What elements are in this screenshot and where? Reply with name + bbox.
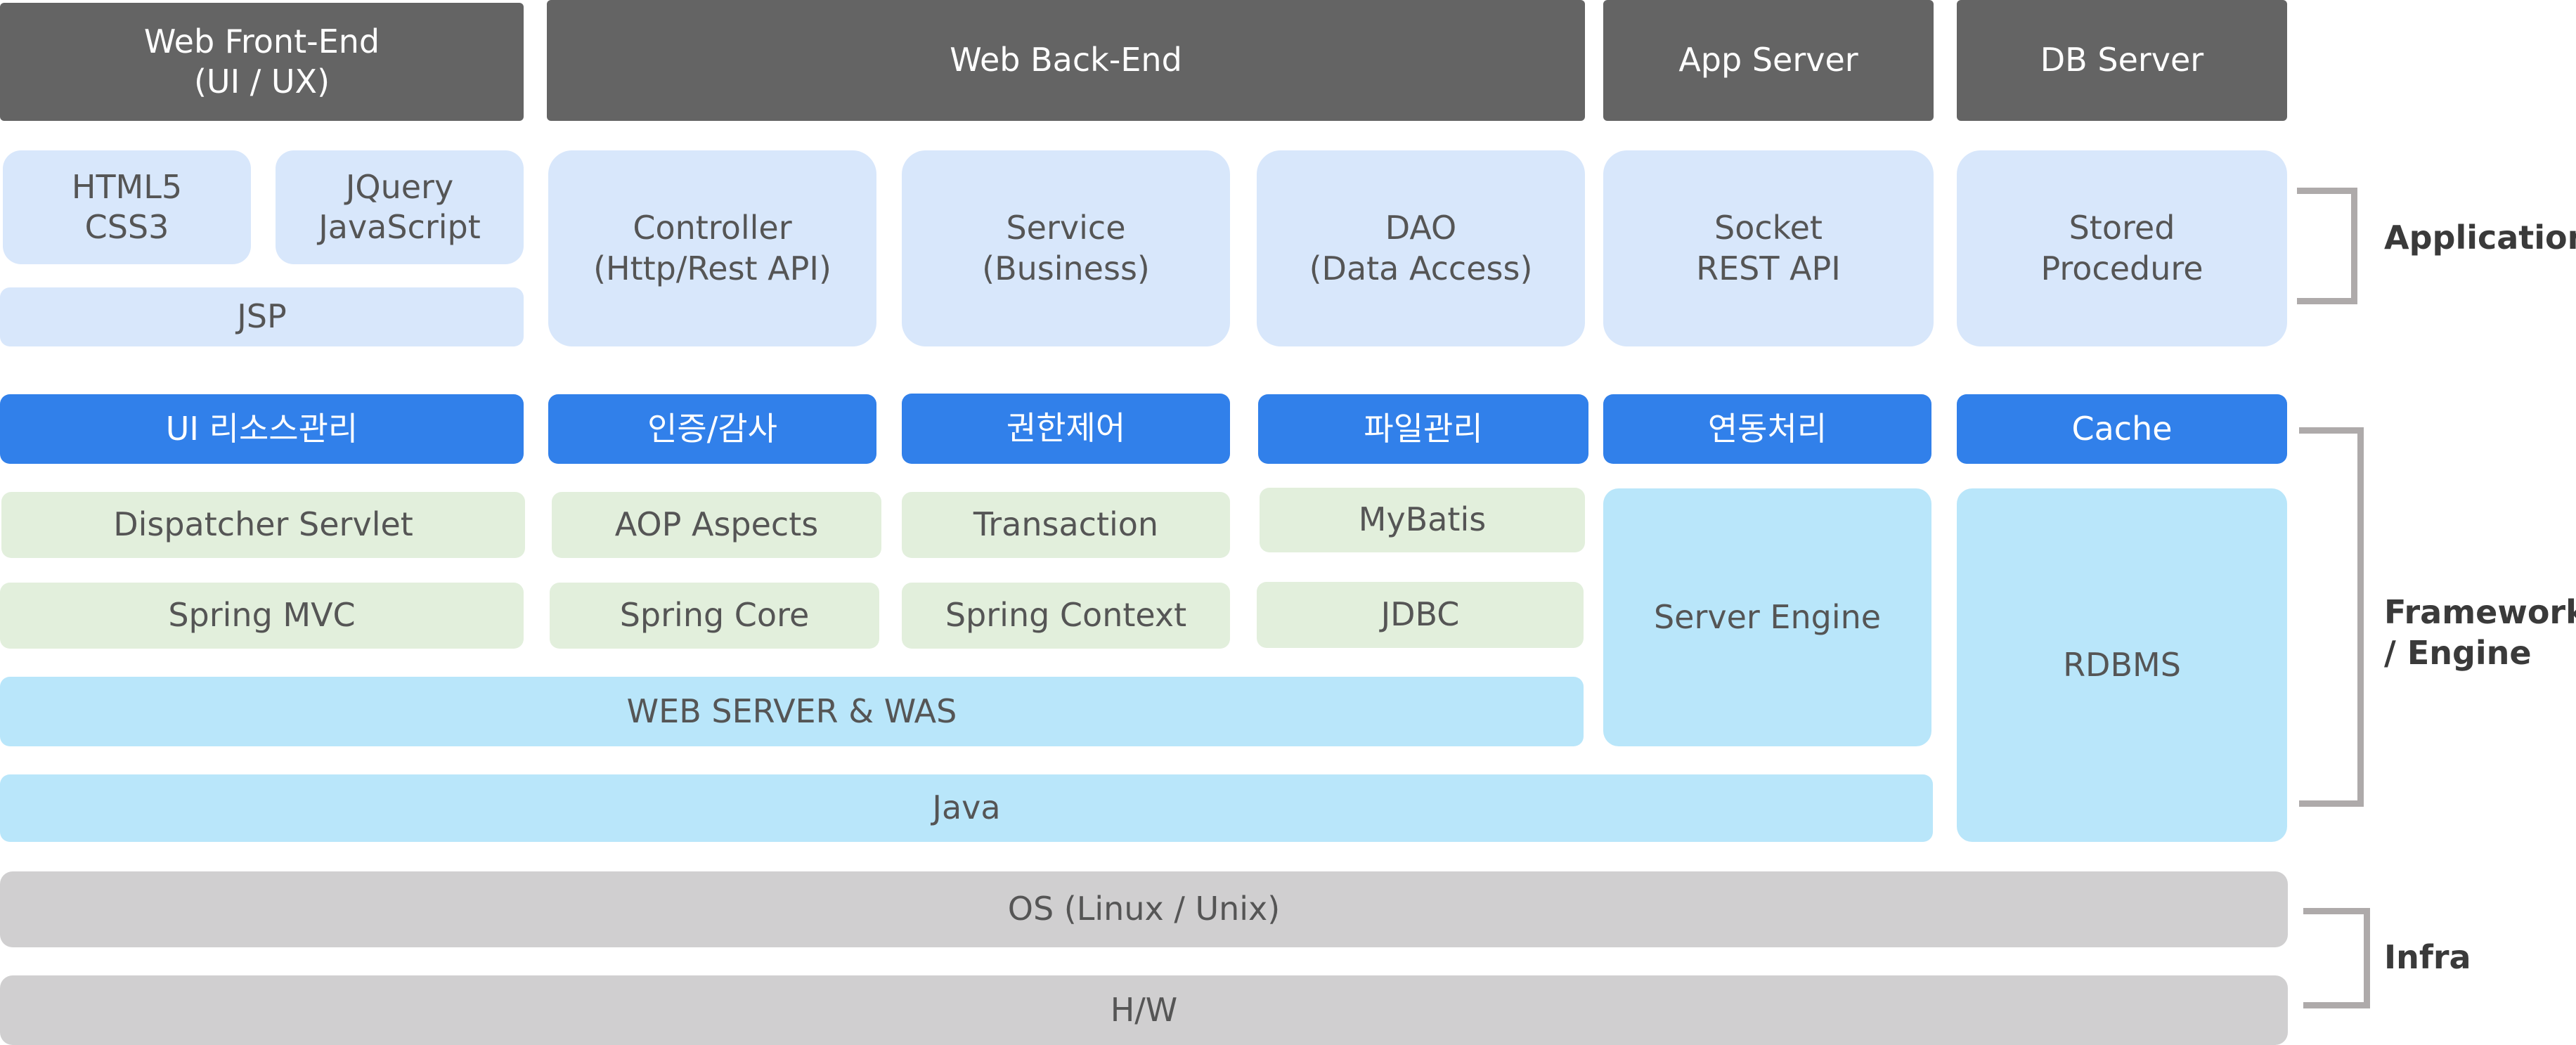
app-stored-procedure: Stored Procedure	[1957, 150, 2287, 346]
module-file-mgmt: 파일관리	[1258, 394, 1588, 464]
bracket-infra	[2303, 908, 2370, 1008]
module-integration: 연동처리	[1603, 394, 1931, 464]
app-service: Service (Business)	[902, 150, 1230, 346]
engine-web-server-was: WEB SERVER & WAS	[0, 677, 1584, 746]
engine-java: Java	[0, 774, 1933, 842]
module-ui-resource: UI 리소스관리	[0, 394, 524, 464]
infra-os: OS (Linux / Unix)	[0, 871, 2288, 947]
fw-spring-mvc: Spring MVC	[0, 583, 524, 649]
fw-mybatis: MyBatis	[1260, 488, 1585, 552]
header-app-server: App Server	[1603, 0, 1934, 121]
app-jquery-javascript: JQuery JavaScript	[276, 150, 524, 264]
bracket-framework-engine	[2299, 427, 2364, 807]
engine-rdbms: RDBMS	[1957, 488, 2287, 842]
header-web-front-end: Web Front-End (UI / UX)	[0, 3, 524, 121]
app-html5-css3: HTML5 CSS3	[3, 150, 251, 264]
fw-spring-core: Spring Core	[550, 583, 879, 649]
infra-hw: H/W	[0, 975, 2288, 1045]
header-db-server: DB Server	[1957, 0, 2287, 121]
app-jsp: JSP	[0, 287, 524, 346]
app-socket-rest-api: Socket REST API	[1603, 150, 1934, 346]
module-cache: Cache	[1957, 394, 2287, 464]
header-web-back-end: Web Back-End	[547, 0, 1585, 121]
engine-server-engine: Server Engine	[1603, 488, 1931, 746]
layer-label-framework-engine: Framework / Engine	[2384, 593, 2576, 672]
fw-aop-aspects: AOP Aspects	[552, 492, 881, 558]
bracket-application	[2297, 188, 2357, 304]
layer-label-application: Application	[2384, 219, 2576, 257]
app-controller: Controller (Http/Rest API)	[548, 150, 876, 346]
fw-transaction: Transaction	[902, 492, 1230, 558]
module-auth-audit: 인증/감사	[548, 394, 876, 464]
app-dao: DAO (Data Access)	[1257, 150, 1585, 346]
fw-spring-context: Spring Context	[902, 583, 1230, 649]
module-permission: 권한제어	[902, 394, 1230, 464]
fw-dispatcher-servlet: Dispatcher Servlet	[1, 492, 525, 558]
fw-jdbc: JDBC	[1257, 582, 1584, 648]
layer-label-infra: Infra	[2384, 938, 2471, 976]
